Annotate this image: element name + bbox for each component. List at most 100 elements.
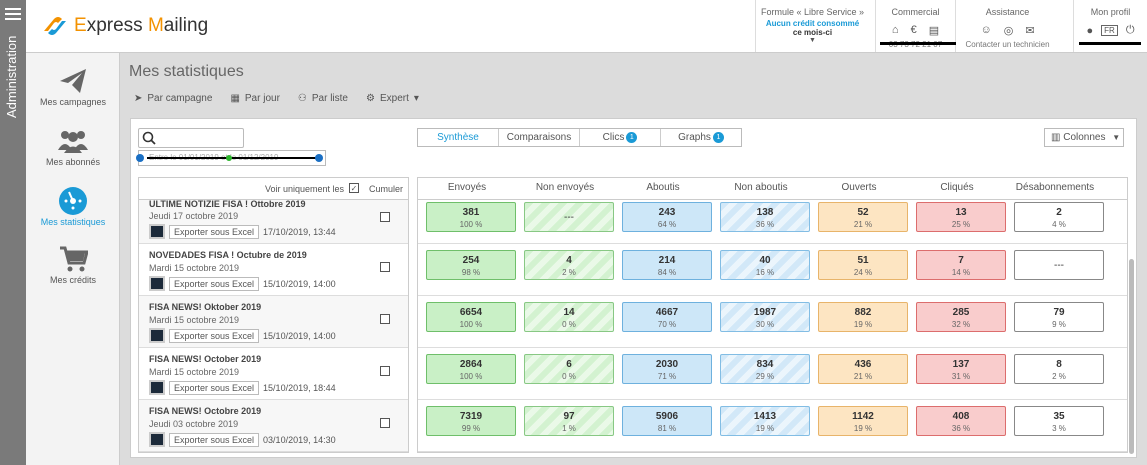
tab-graphs[interactable]: Graphs 1 [661, 129, 741, 146]
search-input[interactable] [138, 128, 244, 148]
stat-cell-nonenvoys[interactable]: 97 1 % [524, 406, 614, 436]
home-icon[interactable]: ⌂ [892, 24, 899, 37]
excel-icon[interactable] [149, 380, 165, 395]
campaign-row[interactable]: FISA NEWS! Oktober 2019 Mardi 15 octobre… [139, 296, 408, 348]
export-excel-button[interactable]: Exporter sous Excel [169, 432, 260, 447]
campaign-row[interactable]: NOVEDADES FISA ! Octubre de 2019 Mardi 1… [139, 244, 408, 296]
campaign-row[interactable]: ULTIME NOTIZIE FISA ! Ottobre 2019 Jeudi… [139, 199, 408, 244]
tab-synthese[interactable]: Synthèse [418, 129, 499, 146]
campaign-title[interactable]: ULTIME NOTIZIE FISA ! Ottobre 2019 [149, 199, 306, 209]
stat-cell-cliqus[interactable]: 137 31 % [916, 354, 1006, 384]
stat-cell-ouverts[interactable]: 436 21 % [818, 354, 908, 384]
excel-icon[interactable] [149, 224, 165, 239]
campaign-title[interactable]: FISA NEWS! October 2019 [149, 354, 261, 364]
stat-cell-cliqus[interactable]: 7 14 % [916, 250, 1006, 280]
cumuler-checkbox[interactable] [380, 314, 390, 324]
admin-bar[interactable]: Administration [0, 0, 26, 465]
stat-cell-dsabonnements[interactable]: 82 % [1014, 354, 1104, 384]
stat-cell-nonaboutis[interactable]: 1987 30 % [720, 302, 810, 332]
stat-cell-nonaboutis[interactable]: 40 16 % [720, 250, 810, 280]
stat-cell-nonenvoys[interactable]: 14 0 % [524, 302, 614, 332]
excel-icon[interactable] [149, 432, 165, 447]
sidebar-item-statistiques[interactable]: Mes statistiques [26, 185, 120, 227]
excel-icon[interactable] [149, 276, 165, 291]
tab-comparaisons[interactable]: Comparaisons [499, 129, 580, 146]
campaign-date: Mardi 15 octobre 2019 [149, 263, 240, 273]
stat-cell-cliqus[interactable]: 285 32 % [916, 302, 1006, 332]
campaign-title[interactable]: FISA NEWS! Oktober 2019 [149, 302, 261, 312]
stat-value: 35 [1053, 411, 1065, 422]
stat-cell-ouverts[interactable]: 52 21 % [818, 202, 908, 232]
logo[interactable]: Express Mailing [40, 13, 208, 39]
excel-icon[interactable] [149, 328, 165, 343]
date-range-slider[interactable]: Entre le 01/01/2019 et le 01/12/2019 [138, 150, 326, 166]
stat-cell-envoys[interactable]: 254 98 % [426, 250, 516, 280]
user-icon[interactable]: ● [1086, 25, 1093, 37]
stat-cell-aboutis[interactable]: 2030 71 % [622, 354, 712, 384]
export-excel-button[interactable]: Exporter sous Excel [169, 276, 260, 291]
campaign-row[interactable]: FISA NEWS! Octobre 2019 Jeudi 03 octobre… [139, 400, 408, 452]
tab-par-jour[interactable]: ▦ Par jour [230, 93, 279, 104]
assistance-title: Assistance [985, 7, 1030, 17]
export-excel-button[interactable]: Exporter sous Excel [169, 328, 260, 343]
support-icon[interactable]: ◎ [1004, 24, 1014, 37]
scrollbar[interactable] [1129, 259, 1134, 454]
stat-cell-dsabonnements[interactable]: 24 % [1014, 202, 1104, 232]
stat-cell-nonaboutis[interactable]: 834 29 % [720, 354, 810, 384]
cumuler-checkbox[interactable] [380, 262, 390, 272]
power-icon[interactable]: ⏻ [1126, 24, 1135, 37]
group-icon[interactable]: ☺ [980, 24, 991, 37]
stat-percent: 36 % [951, 424, 971, 433]
document-icon[interactable]: ▤ [929, 24, 939, 37]
sidebar-item-abonnes[interactable]: Mes abonnés [26, 125, 120, 167]
stat-cell-dsabonnements[interactable]: 35 3 % [1014, 406, 1104, 436]
stat-cell-nonaboutis[interactable]: 1413 19 % [720, 406, 810, 436]
tab-par-liste[interactable]: ⚇ Par liste [298, 93, 348, 104]
stat-cell-nonenvoys[interactable]: 42 % [524, 250, 614, 280]
stat-cell-ouverts[interactable]: 882 19 % [818, 302, 908, 332]
stat-cell-envoys[interactable]: 381 100 % [426, 202, 516, 232]
stat-cell-envoys[interactable]: 7319 99 % [426, 406, 516, 436]
cumuler-checkbox[interactable] [380, 366, 390, 376]
export-excel-button[interactable]: Exporter sous Excel [169, 380, 260, 395]
mail-icon[interactable]: ✉ [1025, 24, 1034, 37]
slider-start-handle[interactable] [136, 154, 144, 162]
filter-only-checkbox[interactable]: ✓ [349, 183, 359, 193]
slider-mid-handle[interactable] [226, 155, 232, 161]
stat-cell-cliqus[interactable]: 408 36 % [916, 406, 1006, 436]
contact-technician-link[interactable]: Contacter un technicien [956, 40, 1059, 49]
stat-cell-nonenvoys[interactable]: 60 % [524, 354, 614, 384]
language-button[interactable]: FR [1101, 25, 1118, 36]
columns-button[interactable]: ▥ Colonnes ▼ [1044, 128, 1124, 147]
stat-cell-cliqus[interactable]: 13 25 % [916, 202, 1006, 232]
sidebar-item-campagnes[interactable]: Mes campagnes [26, 65, 120, 107]
stat-cell-aboutis[interactable]: 5906 81 % [622, 406, 712, 436]
stat-cell-aboutis[interactable]: 4667 70 % [622, 302, 712, 332]
tab-par-campagne[interactable]: ➤ Par campagne [134, 93, 212, 104]
chevron-down-icon[interactable]: ▼ [756, 37, 869, 44]
menu-icon[interactable] [5, 8, 21, 20]
stat-cell-nonenvoys[interactable]: --- [524, 202, 614, 232]
stat-cell-nonaboutis[interactable]: 138 36 % [720, 202, 810, 232]
stat-cell-ouverts[interactable]: 1142 19 % [818, 406, 908, 436]
stat-cell-dsabonnements[interactable]: 79 9 % [1014, 302, 1104, 332]
cumuler-checkbox[interactable] [380, 212, 390, 222]
slider-end-handle[interactable] [315, 154, 323, 162]
tab-expert[interactable]: ⚙ Expert ▾ [366, 93, 419, 104]
stat-cell-aboutis[interactable]: 243 64 % [622, 202, 712, 232]
campaign-row[interactable]: FISA NEWS! October 2019 Mardi 15 octobre… [139, 348, 408, 400]
tab-clics[interactable]: Clics 1 [580, 129, 661, 146]
campaign-title[interactable]: NOVEDADES FISA ! Octubre de 2019 [149, 250, 307, 260]
sidebar-item-credits[interactable]: Mes crédits [26, 243, 120, 285]
formule-section[interactable]: Formule « Libre Service » Aucun crédit c… [755, 0, 869, 52]
stat-cell-envoys[interactable]: 6654 100 % [426, 302, 516, 332]
stat-cell-aboutis[interactable]: 214 84 % [622, 250, 712, 280]
euro-icon[interactable]: € [911, 24, 917, 37]
formule-credit: Aucun crédit consommé [765, 19, 860, 28]
campaign-title[interactable]: FISA NEWS! Octobre 2019 [149, 406, 261, 416]
stat-cell-ouverts[interactable]: 51 24 % [818, 250, 908, 280]
cumuler-checkbox[interactable] [380, 418, 390, 428]
export-excel-button[interactable]: Exporter sous Excel [169, 224, 260, 239]
stat-cell-dsabonnements[interactable]: --- [1014, 250, 1104, 280]
stat-cell-envoys[interactable]: 2864 100 % [426, 354, 516, 384]
